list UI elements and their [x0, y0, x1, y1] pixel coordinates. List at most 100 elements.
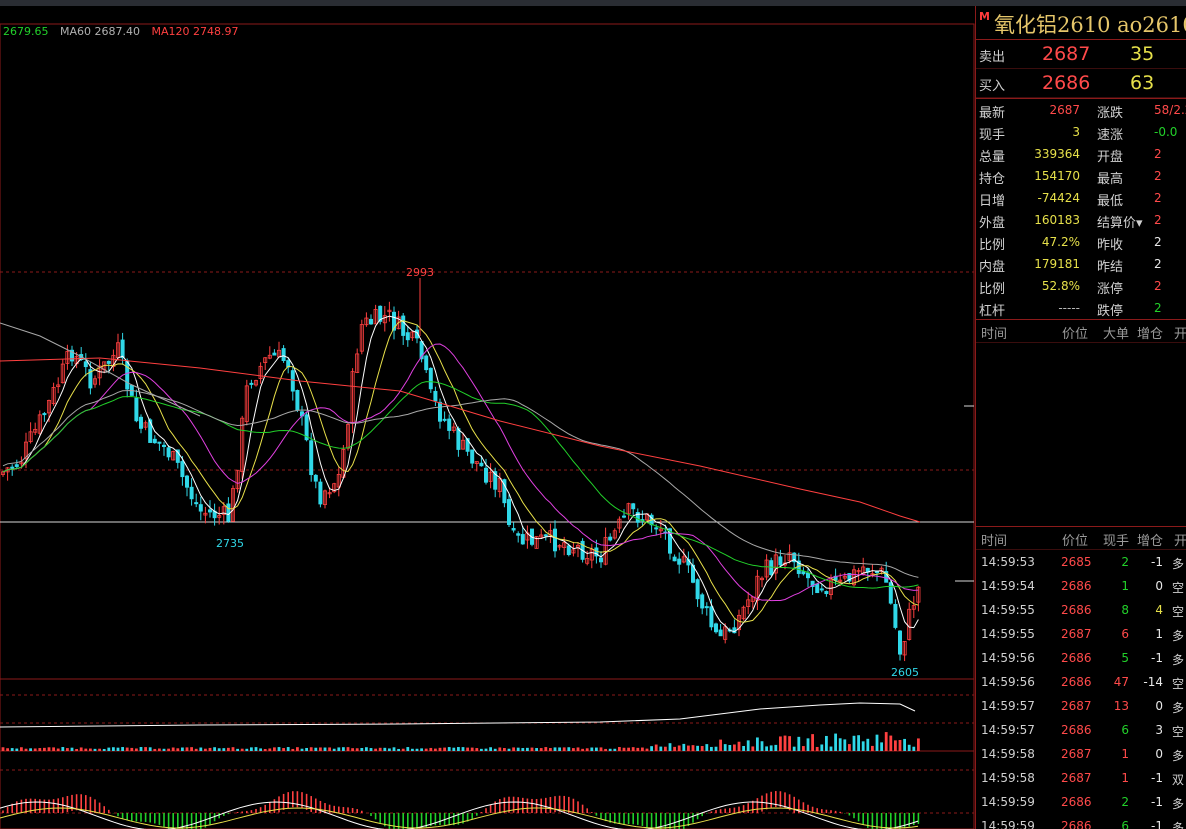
tick-row[interactable]: 14:59:56 2686 47 -14 空 — [976, 670, 1186, 694]
volume-bar — [33, 748, 37, 751]
candle-down — [14, 464, 19, 467]
macd-bar — [752, 800, 754, 813]
macd-bar — [526, 798, 529, 813]
kline-chart-svg[interactable]: 2993 2735 2605 — [0, 6, 975, 829]
tick-list[interactable]: 14:59:53 2685 2 -1 多 14:59:54 2686 1 0 空 14:59:55 2… — [976, 550, 1186, 829]
volume-bar — [342, 747, 345, 751]
volume-bar — [365, 747, 368, 751]
tick-increase: -1 — [1151, 651, 1163, 665]
volume-bar — [480, 748, 483, 751]
contract-title-bar[interactable]: M 氧化铝2610 ao2610 — [976, 6, 1186, 40]
tick-header: 时间 价位 现手 增仓 开 — [976, 527, 1186, 550]
macd-bar — [715, 810, 717, 813]
bid-row[interactable]: 买入 2686 63 — [976, 69, 1186, 98]
tick-row[interactable]: 14:59:57 2687 13 0 多 — [976, 694, 1186, 718]
macd-bar — [503, 797, 506, 813]
volume-bar — [121, 747, 124, 751]
volume-bar — [332, 748, 336, 751]
kline-chart-area[interactable]: 2993 2735 2605 2679.65 MA60 2687.40 MA120 … — [0, 6, 975, 829]
tick-row[interactable]: 14:59:56 2686 5 -1 多 — [976, 646, 1186, 670]
contract-name: 氧化铝2610 ao2610 — [994, 13, 1186, 37]
macd-bar — [356, 809, 358, 813]
ma10-line — [2, 320, 919, 623]
tick-row[interactable]: 14:59:55 2686 8 4 空 — [976, 598, 1186, 622]
tick-price: 2686 — [1061, 723, 1092, 737]
volume-bar — [447, 747, 451, 751]
tick-price: 2686 — [1061, 603, 1092, 617]
tick-row[interactable]: 14:59:55 2687 6 1 多 — [976, 622, 1186, 646]
macd-bar — [287, 792, 289, 809]
macd-bar — [747, 803, 749, 813]
macd-bar — [627, 813, 630, 825]
candle-down — [893, 604, 898, 628]
volume-bar — [369, 748, 373, 751]
tick-qty: 6 — [1121, 627, 1129, 641]
ask-row[interactable]: 卖出 2687 35 — [976, 40, 1186, 69]
macd-bar — [246, 810, 248, 813]
tick-row[interactable]: 14:59:53 2685 2 -1 多 — [976, 550, 1186, 574]
stat-label: 速涨 — [1097, 128, 1124, 143]
stat-value: 2 — [1154, 191, 1162, 205]
macd-bar — [108, 809, 110, 813]
volume-bar — [719, 739, 722, 751]
tick-row[interactable]: 14:59:59 2686 6 -1 多 — [976, 814, 1186, 829]
volume-bar — [240, 748, 244, 751]
candle-down — [709, 606, 714, 628]
macd-bar — [126, 813, 128, 821]
tick-row[interactable]: 14:59:59 2686 2 -1 多 — [976, 790, 1186, 814]
tick-row[interactable]: 14:59:58 2687 1 -1 双 — [976, 766, 1186, 790]
stat-row: 比例 47.2% 昨收 2 — [976, 231, 1186, 253]
volume-bar — [43, 747, 46, 751]
tick-nature: 多 — [1172, 797, 1185, 811]
stat-value: 2 — [1154, 169, 1162, 183]
macd-bar — [591, 812, 593, 813]
tick-qty: 6 — [1121, 819, 1129, 829]
macd-bar — [25, 798, 27, 813]
volume-bar — [917, 738, 920, 751]
volume-bar — [618, 747, 621, 751]
tick-header-open: 开 — [1174, 534, 1186, 549]
bid-volume: 63 — [1130, 72, 1155, 94]
volume-bar — [728, 745, 732, 751]
tick-price: 2686 — [1061, 795, 1092, 809]
candle-down — [125, 360, 130, 390]
macd-bar — [664, 813, 667, 829]
tick-nature: 空 — [1172, 581, 1185, 595]
volume-bar — [765, 746, 768, 751]
tick-row[interactable]: 14:59:58 2687 1 0 多 — [976, 742, 1186, 766]
big-order-list[interactable] — [976, 343, 1186, 527]
stat-label: 开盘 — [1097, 150, 1124, 165]
stat-row: 持仓 154170 最高 2 — [976, 165, 1186, 187]
candle-down — [437, 401, 442, 422]
stat-label: 比例 — [979, 282, 1006, 297]
tick-price: 2686 — [1061, 819, 1092, 829]
tick-qty: 47 — [1113, 675, 1129, 689]
macd-bar — [361, 810, 363, 813]
stat-label: 杠杆 — [979, 304, 1006, 319]
stat-label: 日增 — [979, 194, 1006, 209]
tick-qty: 13 — [1113, 699, 1129, 713]
macd-bar — [34, 798, 36, 813]
tick-row[interactable]: 14:59:57 2686 6 3 空 — [976, 718, 1186, 742]
volume-bar — [388, 748, 391, 751]
macd-bar — [756, 798, 759, 813]
volume-bar — [360, 747, 364, 751]
volume-bar — [866, 738, 870, 751]
candle-down — [714, 623, 719, 633]
macd-bar — [135, 813, 138, 822]
volume-bar — [351, 748, 354, 751]
stat-label: 比例 — [979, 238, 1006, 253]
volume-bar — [806, 738, 810, 751]
tick-row[interactable]: 14:59:54 2686 1 0 空 — [976, 574, 1186, 598]
macd-bar — [545, 797, 547, 813]
macd-bar — [338, 806, 340, 813]
volume-bar — [397, 748, 400, 751]
candle-down — [166, 447, 171, 458]
macd-bar — [802, 802, 805, 813]
volume-bar — [535, 748, 538, 751]
volume-bar — [645, 748, 649, 751]
candle-down — [83, 361, 88, 368]
stat-value: 2 — [1154, 235, 1162, 249]
tick-price: 2687 — [1061, 627, 1092, 641]
volume-bar — [829, 746, 833, 751]
